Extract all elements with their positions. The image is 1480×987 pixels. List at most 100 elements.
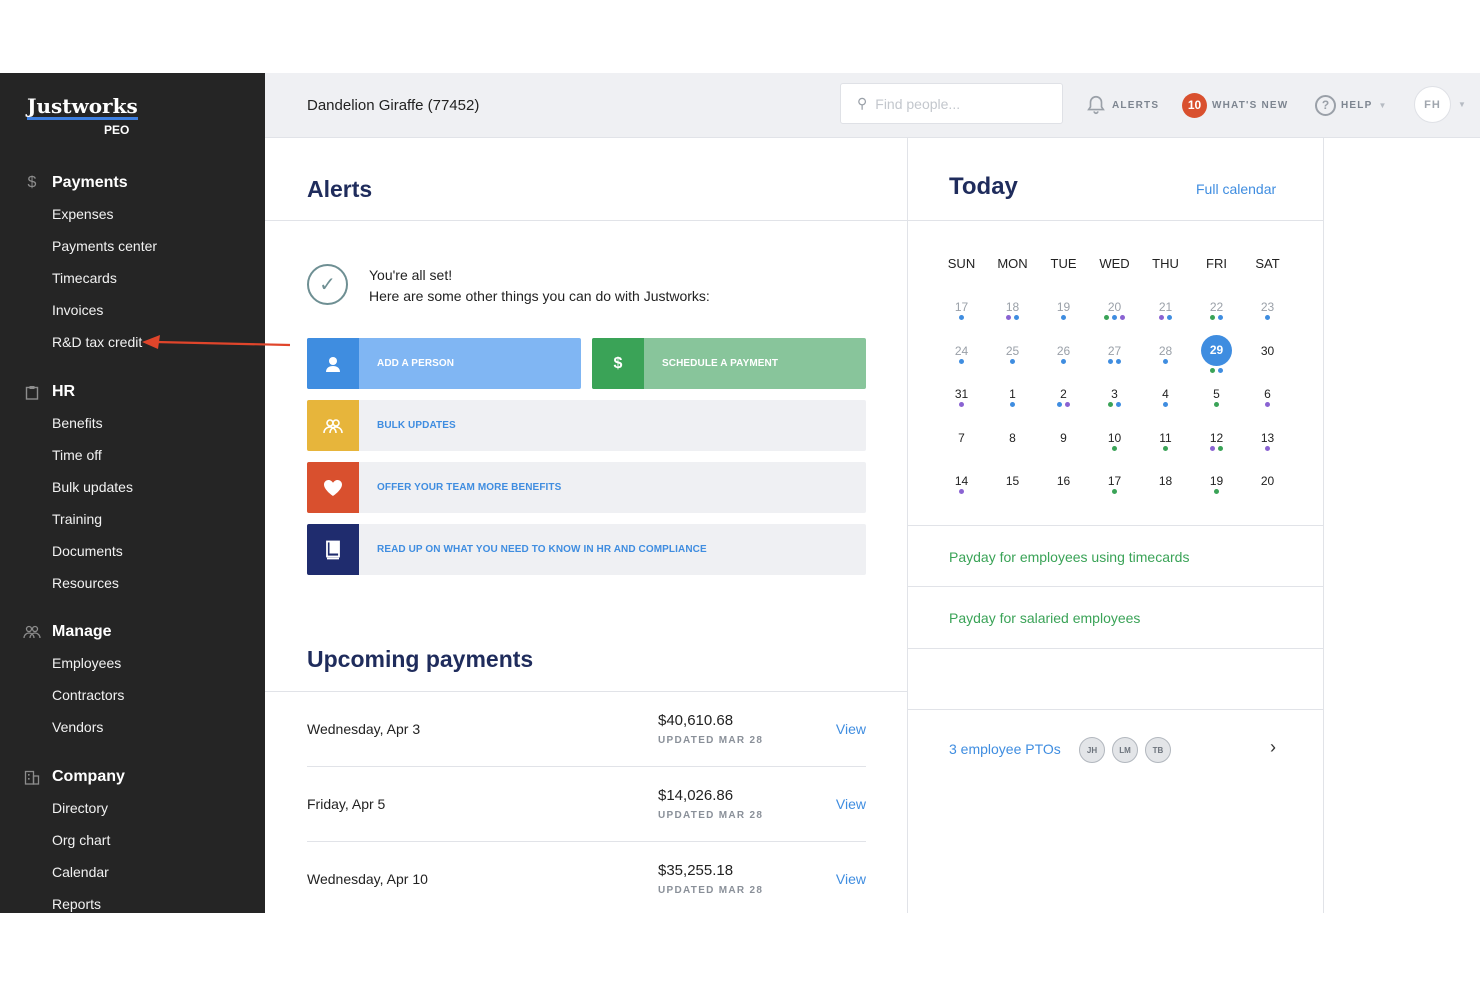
- calendar-day[interactable]: 6: [1242, 387, 1293, 401]
- event-payday-salaried[interactable]: Payday for salaried employees: [949, 610, 1140, 626]
- event-dot: [1214, 489, 1219, 494]
- calendar-day[interactable]: 17: [936, 300, 987, 314]
- sidebar-item-reports[interactable]: Reports: [0, 888, 265, 913]
- weekday-tue: TUE: [1050, 256, 1077, 271]
- calendar-day[interactable]: 4: [1140, 387, 1191, 401]
- calendar-day[interactable]: 31: [936, 387, 987, 401]
- action-schedule-a-payment-button[interactable]: $ SCHEDULE A PAYMENT: [592, 338, 866, 389]
- nav-heading-label: Manage: [52, 623, 112, 640]
- sidebar-item-calendar[interactable]: Calendar: [0, 856, 265, 888]
- sidebar-item-training[interactable]: Training: [0, 503, 265, 535]
- sidebar-item-expenses[interactable]: Expenses: [0, 198, 265, 230]
- payment-row: Wednesday, Apr 3 $40,610.68 UPDATED MAR 28…: [307, 692, 866, 767]
- calendar-day[interactable]: 20: [1242, 474, 1293, 488]
- help-menu[interactable]: ? HELP ▼: [1315, 92, 1388, 118]
- calendar-day[interactable]: 3: [1089, 387, 1140, 401]
- chevron-right-icon[interactable]: ›: [1270, 737, 1276, 758]
- calendar-day[interactable]: 1: [987, 387, 1038, 401]
- calendar-day[interactable]: 17: [1089, 474, 1140, 488]
- weekday-sun: SUN: [947, 256, 976, 271]
- event-dot: [1116, 402, 1121, 407]
- action-read-up-on-what-you-need-to-know-in-hr-and-compliance-button[interactable]: READ UP ON WHAT YOU NEED TO KNOW IN HR A…: [307, 524, 866, 575]
- full-calendar-link[interactable]: Full calendar: [1196, 181, 1276, 197]
- sidebar-item-contractors[interactable]: Contractors: [0, 679, 265, 711]
- event-dot: [1108, 358, 1113, 364]
- event-dots: [1242, 402, 1293, 407]
- action-add-a-person-button[interactable]: ADD A PERSON: [307, 338, 581, 389]
- calendar-day[interactable]: 18: [987, 300, 1038, 314]
- action-bulk-updates-button[interactable]: BULK UPDATES: [307, 400, 866, 451]
- calendar-day-today[interactable]: 29: [1201, 334, 1232, 366]
- calendar-day[interactable]: 28: [1140, 344, 1191, 358]
- calendar-day[interactable]: 11: [1140, 431, 1191, 445]
- event-dot: [1218, 315, 1223, 320]
- calendar-day[interactable]: 26: [1038, 344, 1089, 358]
- event-dot: [1163, 402, 1168, 407]
- calendar-day[interactable]: 7: [936, 431, 987, 445]
- calendar-day[interactable]: 16: [1038, 474, 1089, 488]
- sidebar-item-invoices[interactable]: Invoices: [0, 294, 265, 326]
- search-input[interactable]: [875, 95, 1046, 112]
- event-dot: [1218, 445, 1223, 451]
- pto-link[interactable]: 3 employee PTOs: [949, 741, 1061, 757]
- calendar-day[interactable]: 12: [1191, 431, 1242, 445]
- calendar-day[interactable]: 5: [1191, 387, 1242, 401]
- calendar-day[interactable]: 18: [1140, 474, 1191, 488]
- all-set-subtitle: Here are some other things you can do wi…: [369, 288, 710, 304]
- event-dots: [1038, 358, 1089, 364]
- calendar-day[interactable]: 24: [936, 344, 987, 358]
- whats-new-link[interactable]: 10 WHAT'S NEW: [1182, 92, 1288, 118]
- nav-heading-manage[interactable]: Manage: [0, 617, 265, 647]
- sidebar-item-timecards[interactable]: Timecards: [0, 262, 265, 294]
- sidebar-item-resources[interactable]: Resources: [0, 567, 265, 599]
- view-payment-link[interactable]: View: [836, 796, 866, 812]
- logo[interactable]: Justworks PEO: [27, 95, 138, 137]
- event-payday-timecards[interactable]: Payday for employees using timecards: [949, 549, 1189, 565]
- alerts-link[interactable]: ALERTS: [1085, 92, 1159, 118]
- nav-heading-hr[interactable]: HR: [0, 377, 265, 407]
- payment-updated: UPDATED MAR 28: [658, 735, 764, 746]
- calendar-day[interactable]: 23: [1242, 300, 1293, 314]
- sidebar-item-vendors[interactable]: Vendors: [0, 711, 265, 743]
- sidebar-item-time-off[interactable]: Time off: [0, 439, 265, 471]
- chevron-down-icon[interactable]: ▼: [1458, 100, 1466, 109]
- calendar-day[interactable]: 8: [987, 431, 1038, 445]
- event-dots: [1191, 489, 1242, 494]
- search-box[interactable]: ⚲: [840, 83, 1063, 124]
- sidebar-item-org-chart[interactable]: Org chart: [0, 824, 265, 856]
- divider: [908, 648, 1323, 649]
- user-avatar[interactable]: FH: [1414, 86, 1451, 123]
- sidebar-item-documents[interactable]: Documents: [0, 535, 265, 567]
- sidebar-item-directory[interactable]: Directory: [0, 792, 265, 824]
- nav-heading-company[interactable]: Company: [0, 762, 265, 792]
- calendar-day[interactable]: 9: [1038, 431, 1089, 445]
- dollar-icon: $: [592, 338, 644, 389]
- action-offer-your-team-more-benefits-button[interactable]: OFFER YOUR TEAM MORE BENEFITS: [307, 462, 866, 513]
- nav-heading-payments[interactable]: $ Payments: [0, 168, 265, 198]
- sidebar-item-payments-center[interactable]: Payments center: [0, 230, 265, 262]
- calendar-day[interactable]: 20: [1089, 300, 1140, 314]
- event-dot: [1057, 402, 1062, 407]
- calendar-day[interactable]: 22: [1191, 300, 1242, 314]
- view-payment-link[interactable]: View: [836, 721, 866, 737]
- event-dots: [1191, 315, 1242, 320]
- action-label: READ UP ON WHAT YOU NEED TO KNOW IN HR A…: [377, 544, 707, 555]
- calendar-day[interactable]: 14: [936, 474, 987, 488]
- calendar-day[interactable]: 25: [987, 344, 1038, 358]
- calendar-day[interactable]: 10: [1089, 431, 1140, 445]
- sidebar-item-benefits[interactable]: Benefits: [0, 407, 265, 439]
- calendar-day[interactable]: 2: [1038, 387, 1089, 401]
- calendar-day[interactable]: 15: [987, 474, 1038, 488]
- view-payment-link[interactable]: View: [836, 871, 866, 887]
- event-dots: [987, 315, 1038, 320]
- sidebar-item-employees[interactable]: Employees: [0, 647, 265, 679]
- weekday-sat: SAT: [1255, 256, 1280, 271]
- calendar-day[interactable]: 19: [1191, 474, 1242, 488]
- calendar-day[interactable]: 27: [1089, 344, 1140, 358]
- calendar-day[interactable]: 30: [1242, 344, 1293, 358]
- sidebar-item-bulk-updates[interactable]: Bulk updates: [0, 471, 265, 503]
- event-dot: [1112, 445, 1117, 451]
- calendar-day[interactable]: 13: [1242, 431, 1293, 445]
- calendar-day[interactable]: 21: [1140, 300, 1191, 314]
- calendar-day[interactable]: 19: [1038, 300, 1089, 314]
